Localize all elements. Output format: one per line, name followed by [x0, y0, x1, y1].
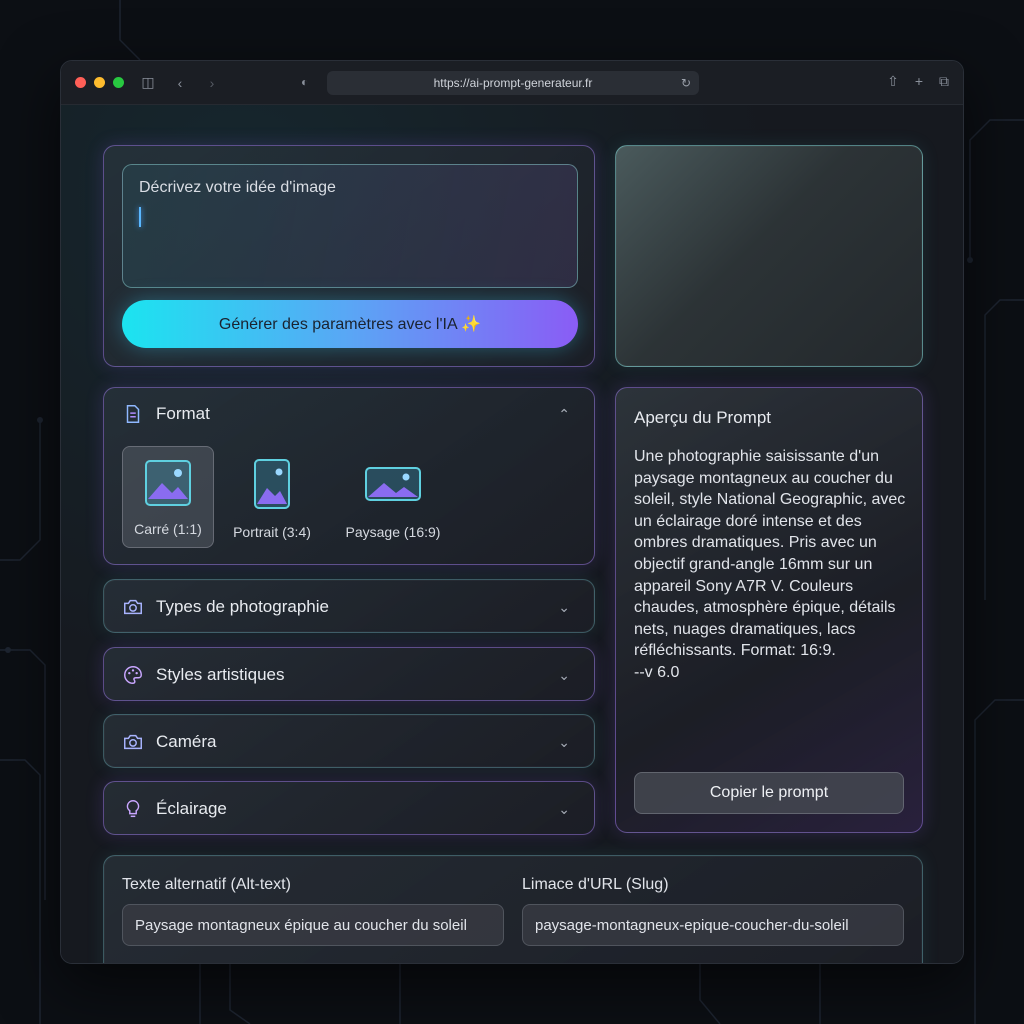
document-icon	[126, 405, 140, 423]
format-title: Format	[156, 404, 210, 423]
lightbulb-icon	[126, 800, 140, 818]
idea-placeholder: Décrivez votre idée d'image	[139, 179, 336, 196]
url-text: https://ai-prompt-generateur.fr	[433, 76, 593, 90]
chevron-up-icon[interactable]: ⌃	[558, 406, 570, 423]
format-label: Carré (1:1)	[134, 521, 202, 537]
artistic-styles-accordion[interactable]: Styles artistiques ⌄	[103, 647, 595, 701]
shield-icon: ◐	[301, 75, 309, 89]
share-icon[interactable]: ⇧	[887, 73, 899, 90]
format-landscape-option[interactable]: Paysage (16:9)	[330, 446, 456, 548]
image-preview	[615, 145, 923, 367]
format-accordion: Format ⌃ Carré (1:1) Portrait (3:4) Pays…	[103, 387, 595, 565]
prompt-summary-panel: Aperçu du Prompt Une photographie saisis…	[615, 387, 923, 833]
alt-text-label: Texte alternatif (Alt-text)	[122, 876, 291, 893]
accordion-title: Types de photographie	[156, 597, 329, 616]
close-window-button[interactable]	[75, 77, 86, 88]
palette-icon	[124, 666, 142, 684]
chevron-down-icon[interactable]: ⌄	[558, 801, 570, 818]
chevron-down-icon[interactable]: ⌄	[558, 734, 570, 751]
new-tab-icon[interactable]: +	[915, 73, 923, 90]
format-square-option[interactable]: Carré (1:1)	[122, 446, 214, 548]
back-icon[interactable]: ‹	[172, 75, 188, 91]
tabs-overview-icon[interactable]: ⧉	[939, 73, 949, 90]
photography-types-accordion[interactable]: Types de photographie ⌄	[103, 579, 595, 633]
sidebar-icon[interactable]: ◫	[140, 74, 156, 91]
accordion-title: Éclairage	[156, 799, 227, 818]
url-bar[interactable]: https://ai-prompt-generateur.fr ↻	[327, 71, 699, 95]
square-image-icon	[145, 460, 191, 506]
accordion-title: Styles artistiques	[156, 665, 285, 684]
forward-icon[interactable]: ›	[204, 75, 220, 91]
slug-label: Limace d'URL (Slug)	[522, 876, 669, 893]
idea-textarea[interactable]: Décrivez votre idée d'image	[122, 164, 578, 288]
prompt-panel: Décrivez votre idée d'image Générer des …	[103, 145, 595, 367]
camera-icon	[124, 734, 142, 750]
format-header[interactable]: Format ⌃	[122, 402, 576, 426]
chevron-down-icon[interactable]: ⌄	[558, 599, 570, 616]
page-content: Décrivez votre idée d'image Générer des …	[61, 105, 963, 963]
browser-window: ◫ ‹ › ◐ https://ai-prompt-generateur.fr …	[60, 60, 964, 964]
summary-title: Aperçu du Prompt	[634, 408, 772, 427]
summary-body: Une photographie saisissante d'un paysag…	[634, 448, 906, 660]
copy-prompt-button[interactable]: Copier le prompt	[634, 772, 904, 814]
chevron-down-icon[interactable]: ⌄	[558, 667, 570, 684]
accordion-title: Caméra	[156, 732, 217, 751]
camera-accordion[interactable]: Caméra ⌄	[103, 714, 595, 768]
landscape-image-icon	[365, 467, 421, 501]
text-caret	[139, 207, 141, 227]
browser-titlebar: ◫ ‹ › ◐ https://ai-prompt-generateur.fr …	[61, 61, 963, 105]
zoom-window-button[interactable]	[113, 77, 124, 88]
slug-input[interactable]	[522, 904, 904, 946]
camera-icon	[124, 599, 142, 615]
format-portrait-option[interactable]: Portrait (3:4)	[226, 446, 318, 548]
lighting-accordion[interactable]: Éclairage ⌄	[103, 781, 595, 835]
format-label: Paysage (16:9)	[345, 524, 441, 540]
alt-text-input[interactable]	[122, 904, 504, 946]
generate-ai-button[interactable]: Générer des paramètres avec l'IA ✨	[122, 300, 578, 348]
metadata-panel: Texte alternatif (Alt-text) Limace d'URL…	[103, 855, 923, 963]
reload-icon[interactable]: ↻	[681, 76, 691, 90]
format-label: Portrait (3:4)	[233, 524, 311, 540]
summary-text: Une photographie saisissante d'un paysag…	[634, 446, 910, 684]
minimize-window-button[interactable]	[94, 77, 105, 88]
portrait-image-icon	[254, 459, 290, 509]
summary-version: --v 6.0	[634, 663, 680, 681]
